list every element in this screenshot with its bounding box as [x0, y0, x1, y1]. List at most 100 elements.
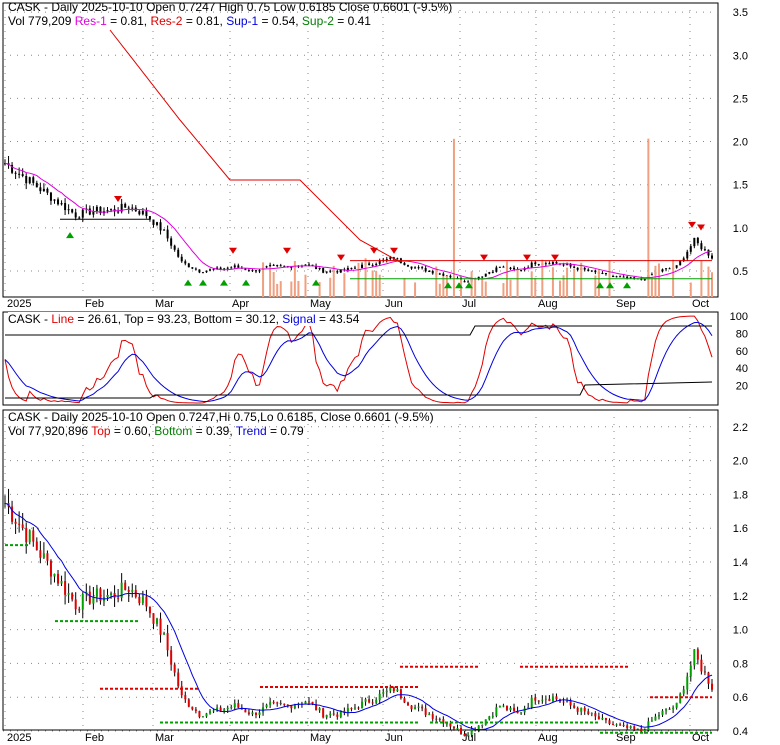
- candle-body-p3: [410, 705, 413, 710]
- candle-body-p1: [318, 267, 321, 270]
- candle-body-p1: [707, 249, 710, 256]
- buy-arrow: [220, 279, 228, 286]
- candle-body-p1: [212, 269, 215, 271]
- candle-body-p1: [604, 272, 607, 275]
- candle-body-p3: [163, 633, 166, 635]
- candle-body-p3: [424, 708, 427, 715]
- candle-body-p3: [562, 701, 565, 703]
- candle-body-p1: [622, 276, 625, 278]
- candle-body-p3: [371, 702, 374, 704]
- panel3-volume: Vol 77,920,896: [8, 424, 92, 438]
- y-tick-label: 80: [736, 328, 748, 340]
- candle-body-p1: [247, 270, 250, 272]
- candle-body-p3: [95, 588, 98, 597]
- candle-body-p3: [124, 582, 127, 590]
- candle-body-p3: [675, 702, 678, 708]
- candle-body-p1: [25, 175, 28, 184]
- candle-body-p1: [279, 265, 282, 267]
- volume-bar: [530, 271, 533, 297]
- candle-body-p1: [583, 267, 586, 270]
- trend-line: [4, 502, 713, 731]
- candle-body-p3: [707, 672, 710, 684]
- candle-body-p3: [67, 593, 70, 595]
- candle-body-p3: [304, 701, 307, 704]
- candle-body-p1: [438, 273, 441, 275]
- candle-body-p1: [226, 267, 229, 269]
- candle-body-p3: [403, 698, 406, 703]
- candle-body-p3: [21, 524, 24, 529]
- candle-body-p1: [689, 246, 692, 252]
- candle-body-p3: [244, 709, 247, 713]
- candle-body-p3: [686, 676, 689, 690]
- candle-body-p3: [332, 713, 335, 715]
- candle-body-p3: [219, 707, 222, 711]
- bottom-label: Bottom: [154, 424, 193, 438]
- candle-body-p3: [696, 649, 699, 660]
- candle-body-p3: [127, 589, 130, 592]
- candle-body-p3: [452, 726, 455, 729]
- candle-body-p1: [198, 269, 201, 273]
- candle-body-p1: [39, 187, 42, 192]
- x-tick-label: May: [310, 298, 331, 310]
- volume-bar: [442, 276, 445, 297]
- candle-body-p1: [467, 281, 470, 283]
- candle-body-p3: [417, 706, 420, 708]
- sup2-value: = 0.41: [333, 14, 371, 28]
- candle-body-p1: [555, 261, 558, 264]
- candle-body-p1: [481, 276, 484, 278]
- candle-body-p3: [392, 687, 395, 692]
- candle-body-p1: [502, 266, 505, 268]
- candle-body-p1: [258, 270, 261, 272]
- sell-arrow: [551, 254, 559, 261]
- candle-body-p3: [682, 689, 685, 694]
- volume-bar: [269, 266, 272, 297]
- candle-body-p1: [629, 277, 632, 279]
- volume-bar: [290, 281, 293, 297]
- sell-arrow: [283, 247, 291, 254]
- candle-body-p3: [551, 696, 554, 702]
- candle-body-p3: [346, 708, 349, 713]
- candle-body-p3: [42, 553, 45, 558]
- candle-body-p1: [562, 264, 565, 266]
- y-tick-label: 100: [730, 311, 748, 323]
- candle-body-p1: [375, 263, 378, 266]
- candle-body-p1: [350, 267, 353, 269]
- volume-bar: [272, 271, 275, 297]
- candle-body-p3: [650, 720, 653, 722]
- candle-body-p1: [244, 268, 247, 271]
- candle-body-p1: [661, 269, 664, 272]
- candle-body-p3: [668, 708, 671, 710]
- x-tick-label: Oct: [692, 298, 709, 310]
- candle-body-p3: [276, 702, 279, 704]
- candle-body-p3: [378, 693, 381, 701]
- volume-bar: [297, 280, 300, 297]
- candle-body-p3: [237, 703, 240, 708]
- candle-body-p1: [159, 222, 162, 231]
- volume-bar: [580, 262, 583, 297]
- candle-body-p1: [368, 263, 371, 266]
- candle-body-p3: [318, 708, 321, 711]
- res1-label: Res-1: [74, 14, 107, 28]
- buy-arrow: [199, 279, 207, 286]
- candle-body-p3: [141, 596, 144, 604]
- candle-body-p3: [435, 718, 438, 720]
- candle-body-p3: [463, 733, 466, 737]
- y-tick-label: 1.0: [733, 625, 748, 637]
- panel1-title: CASK - Daily 2025-10-10 Open 0.7247 High…: [8, 0, 453, 14]
- candle-body-p1: [205, 270, 208, 273]
- candle-body-p1: [269, 264, 272, 267]
- volume-bar: [502, 283, 505, 297]
- candle-body-p1: [21, 174, 24, 176]
- candle-body-p1: [18, 173, 21, 175]
- candle-body-p3: [491, 715, 494, 717]
- candle-body-p3: [14, 521, 17, 524]
- candle-body-p3: [622, 724, 625, 726]
- candle-body-p1: [534, 262, 537, 265]
- candle-body-p3: [679, 693, 682, 703]
- volume-bar: [551, 267, 554, 297]
- candle-body-p1: [626, 276, 629, 279]
- candle-body-p3: [368, 699, 371, 703]
- candle-body-p3: [173, 664, 176, 673]
- candle-body-p3: [57, 573, 60, 584]
- stock-chart: 3.5 3.0 2.5 2.0 1.5 1.0 0.5 100 80 60 40 20 2.2 2.0 1.…: [0, 0, 780, 745]
